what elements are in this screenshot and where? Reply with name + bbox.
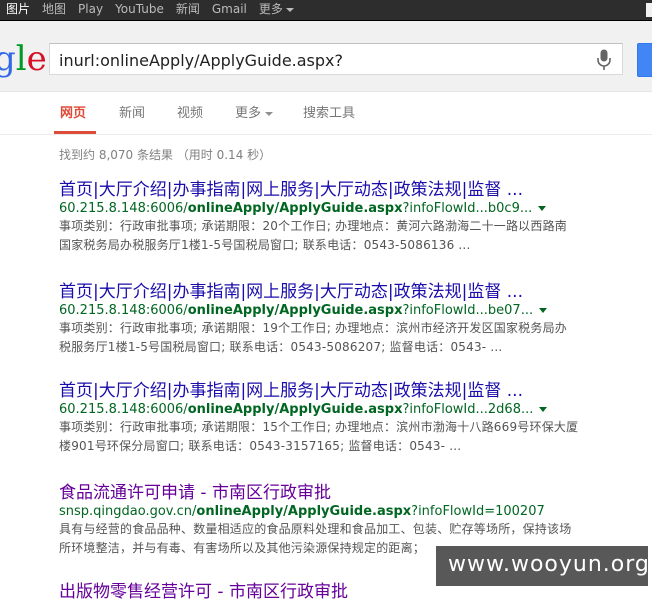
search-result: 首页|大厅介绍|办事指南|网上服务|大厅动态|政策法规|监督 ... 60.21… <box>59 180 619 255</box>
result-url-query: ?infoFlowId...b0c9... <box>402 201 533 216</box>
search-input[interactable] <box>57 48 581 72</box>
result-snippet: 事项类别：行政审批事项; 承诺期限：19个工作日; 办理地点：滨州市经济开发区国… <box>59 321 567 354</box>
topbar-edge <box>646 3 652 17</box>
dropdown-arrow-icon[interactable] <box>538 206 547 211</box>
top-link-more-label: 更多 <box>258 2 283 16</box>
search-box[interactable] <box>49 43 623 75</box>
top-link-news[interactable]: 新闻 <box>176 1 200 19</box>
tab-more[interactable]: 更多 <box>235 106 274 122</box>
result-url: 60.215.8.148:6006/onlineApply/ApplyGuide… <box>59 401 619 418</box>
top-link-gmail[interactable]: Gmail <box>212 1 247 19</box>
dropdown-arrow-icon[interactable] <box>539 407 548 412</box>
result-url-host: 60.215.8.148:6006/ <box>59 201 188 216</box>
top-link-more[interactable]: 更多 <box>259 1 294 19</box>
result-url-query: ?infoFlowId=100207 <box>411 504 545 519</box>
result-url: snsp.qingdao.gov.cn/onlineApply/ApplyGui… <box>59 503 619 520</box>
search-tabs: 网页 新闻 视频 更多 搜索工具 <box>0 92 652 135</box>
logo-letter-e: e <box>26 39 47 79</box>
result-url-match: onlineApply/ApplyGuide.aspx <box>187 201 403 216</box>
result-snippet: 事项类别：行政审批事项; 承诺期限：20个工作日; 办理地点：黄河六路渤海二十一… <box>59 219 567 252</box>
result-url-host: 60.215.8.148:6006/ <box>59 303 188 318</box>
logo-letter-l: l <box>15 39 27 79</box>
top-link-images[interactable]: 图片 <box>6 1 30 19</box>
result-title-link[interactable]: 首页|大厅介绍|办事指南|网上服务|大厅动态|政策法规|监督 ... <box>59 381 619 401</box>
result-url: 60.215.8.148:6006/onlineApply/ApplyGuide… <box>59 200 619 217</box>
google-logo[interactable]: gle <box>0 39 47 79</box>
top-link-youtube[interactable]: YouTube <box>115 1 164 19</box>
result-stats: 找到约 8,070 条结果 （用时 0.14 秒） <box>59 148 272 162</box>
result-snippet: 事项类别：行政审批事项; 承诺期限：15个工作日; 办理地点：滨州市渤海十八路6… <box>59 420 579 453</box>
result-url-host: 60.215.8.148:6006/ <box>59 402 188 417</box>
result-title-link[interactable]: 首页|大厅介绍|办事指南|网上服务|大厅动态|政策法规|监督 ... <box>59 282 619 302</box>
tab-news[interactable]: 新闻 <box>119 106 145 122</box>
top-link-play[interactable]: Play <box>78 1 103 19</box>
watermark-text: www.wooyun.org <box>448 552 650 577</box>
search-header: gle <box>0 21 652 92</box>
result-title-link[interactable]: 食品流通许可申请 - 市南区行政审批 <box>59 483 619 503</box>
tab-more-label: 更多 <box>235 106 262 121</box>
result-url-match: onlineApply/ApplyGuide.aspx <box>196 504 412 519</box>
result-url-match: onlineApply/ApplyGuide.aspx <box>187 402 403 417</box>
search-result: 首页|大厅介绍|办事指南|网上服务|大厅动态|政策法规|监督 ... 60.21… <box>59 282 619 357</box>
result-url-host: snsp.qingdao.gov.cn/ <box>59 504 197 519</box>
result-url-query: ?infoFlowId...2d68... <box>402 402 534 417</box>
result-title-link[interactable]: 出版物零售经营许可 - 市南区行政审批 <box>59 582 348 602</box>
watermark: www.wooyun.org <box>436 546 650 586</box>
result-url: 60.215.8.148:6006/onlineApply/ApplyGuide… <box>59 302 619 319</box>
result-url-match: onlineApply/ApplyGuide.aspx <box>187 303 403 318</box>
top-links: 图片 地图 Play YouTube 新闻 Gmail 更多 <box>6 1 294 19</box>
logo-letter-g: g <box>0 39 16 79</box>
chevron-down-icon <box>285 7 294 12</box>
tab-web[interactable]: 网页 <box>60 106 86 122</box>
search-button[interactable] <box>637 43 652 77</box>
top-link-maps[interactable]: 地图 <box>42 1 66 19</box>
search-result: 首页|大厅介绍|办事指南|网上服务|大厅动态|政策法规|监督 ... 60.21… <box>59 381 619 456</box>
chevron-down-icon <box>265 111 274 116</box>
tab-video[interactable]: 视频 <box>177 106 203 122</box>
result-title-link[interactable]: 首页|大厅介绍|办事指南|网上服务|大厅动态|政策法规|监督 ... <box>59 180 619 200</box>
result-url-query: ?infoFlowId...be07... <box>402 303 534 318</box>
microphone-icon[interactable] <box>597 49 611 71</box>
top-navigation-bar: 图片 地图 Play YouTube 新闻 Gmail 更多 <box>0 0 652 21</box>
dropdown-arrow-icon[interactable] <box>539 308 548 313</box>
active-tab-indicator <box>54 131 96 134</box>
tab-search-tools[interactable]: 搜索工具 <box>303 106 355 122</box>
